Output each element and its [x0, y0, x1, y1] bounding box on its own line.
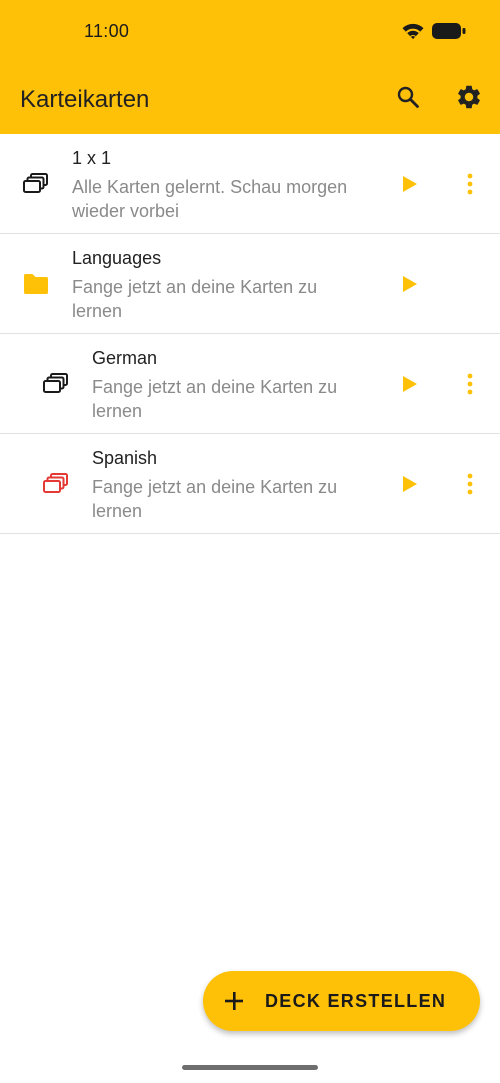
settings-button[interactable]	[454, 84, 484, 114]
page-title: Karteikarten	[20, 86, 150, 113]
search-icon	[396, 85, 420, 114]
play-button[interactable]	[398, 372, 422, 396]
list-item-subtitle: Alle Karten gelernt. Schau morgen wieder…	[72, 177, 348, 221]
play-button[interactable]	[398, 472, 422, 496]
play-button[interactable]	[398, 272, 422, 296]
plus-icon	[223, 990, 245, 1012]
list-item[interactable]: Spanish Fange jetzt an deine Karten zu l…	[0, 434, 500, 534]
more-options-button[interactable]	[460, 372, 480, 396]
app-bar: Karteikarten	[0, 64, 500, 134]
list-item[interactable]: 1 x 1 Alle Karten gelernt. Schau morgen …	[0, 134, 500, 234]
cards-icon	[42, 372, 70, 396]
battery-icon	[432, 22, 466, 45]
folder-icon	[22, 272, 50, 296]
list-item-subtitle: Fange jetzt an deine Karten zu lernen	[92, 377, 338, 421]
more-options-button[interactable]	[460, 472, 480, 496]
cards-icon	[22, 172, 50, 196]
play-button[interactable]	[398, 172, 422, 196]
wifi-icon	[402, 22, 424, 45]
list-item-title: Languages	[72, 248, 162, 268]
status-bar: 11:00	[0, 0, 500, 64]
list-item-title: 1 x 1	[72, 148, 112, 168]
list-item[interactable]: Languages Fange jetzt an deine Karten zu…	[0, 234, 500, 334]
search-button[interactable]	[393, 84, 423, 114]
list-item-title: German	[92, 348, 158, 368]
gear-icon	[455, 83, 483, 116]
status-time: 11:00	[84, 21, 130, 41]
home-indicator[interactable]	[182, 1065, 318, 1070]
more-options-button[interactable]	[460, 172, 480, 196]
list-item[interactable]: German Fange jetzt an deine Karten zu le…	[0, 334, 500, 434]
deck-list: 1 x 1 Alle Karten gelernt. Schau morgen …	[0, 134, 500, 534]
create-deck-label: DECK ERSTELLEN	[265, 991, 447, 1011]
list-item-subtitle: Fange jetzt an deine Karten zu lernen	[72, 277, 318, 321]
cards-icon	[42, 472, 70, 496]
list-item-title: Spanish	[92, 448, 158, 468]
list-item-subtitle: Fange jetzt an deine Karten zu lernen	[92, 477, 338, 521]
create-deck-button[interactable]: DECK ERSTELLEN	[203, 971, 480, 1031]
status-icons	[402, 22, 466, 45]
